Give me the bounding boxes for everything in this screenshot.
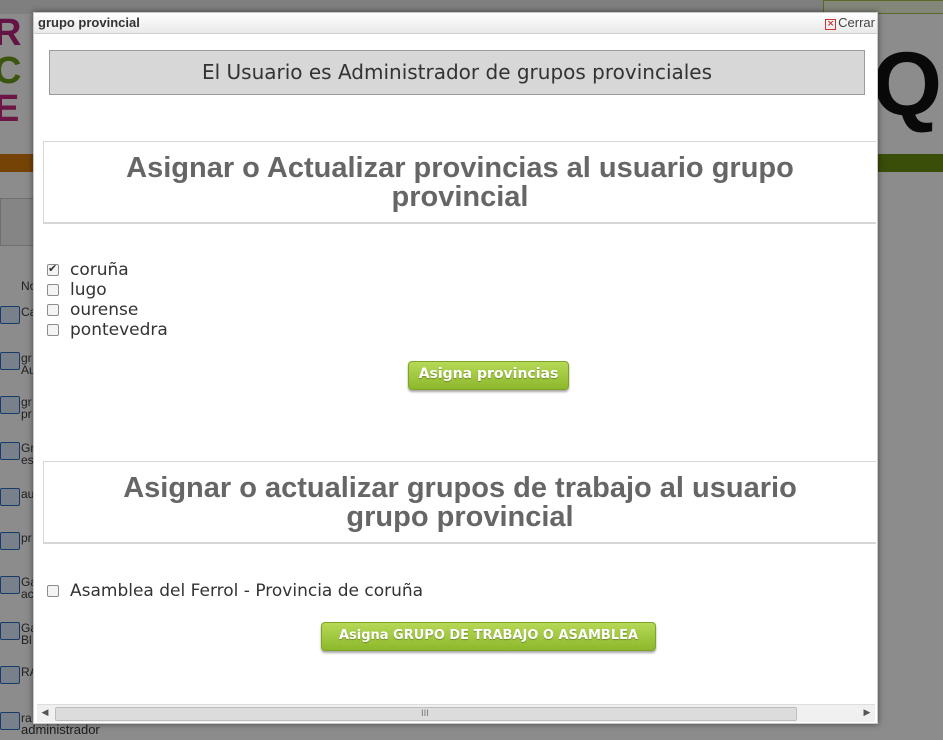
province-label: lugo: [70, 280, 107, 300]
province-checkbox[interactable]: [47, 304, 59, 316]
heading-line: grupo provincial: [346, 501, 574, 533]
section-heading-provinces: Asignar o Actualizar provincias al usuar…: [43, 141, 876, 224]
assign-provinces-button[interactable]: Asigna provincias: [408, 361, 569, 390]
province-label: coruña: [70, 260, 129, 280]
province-option[interactable]: ourense: [47, 300, 168, 320]
heading-line: provincial: [391, 181, 529, 213]
province-checklist: coruña lugo ourense pontevedra: [47, 260, 168, 340]
heading-line: Asignar o actualizar grupos de trabajo a…: [123, 472, 797, 504]
scrollbar-thumb[interactable]: III: [55, 707, 797, 721]
province-checkbox[interactable]: [47, 324, 59, 336]
group-option[interactable]: Asamblea del Ferrol - Provincia de coruñ…: [47, 581, 423, 601]
province-option[interactable]: coruña: [47, 260, 168, 280]
group-checklist: Asamblea del Ferrol - Provincia de coruñ…: [47, 581, 423, 601]
section-heading-groups: Asignar o actualizar grupos de trabajo a…: [43, 461, 876, 544]
dialog-title: grupo provincial: [38, 15, 140, 30]
province-checkbox[interactable]: [47, 284, 59, 296]
group-checkbox[interactable]: [47, 585, 59, 597]
scroll-left-arrow-icon[interactable]: ◀: [37, 705, 53, 722]
province-label: pontevedra: [70, 320, 168, 340]
group-label: Asamblea del Ferrol - Provincia de coruñ…: [70, 581, 424, 601]
dialog-content: El Usuario es Administrador de grupos pr…: [37, 34, 877, 704]
province-option[interactable]: pontevedra: [47, 320, 168, 340]
close-label: Cerrar: [838, 15, 875, 30]
province-checkbox[interactable]: [47, 262, 59, 276]
assign-group-button[interactable]: Asigna GRUPO DE TRABAJO O ASAMBLEA: [321, 622, 656, 651]
heading-line: Asignar o Actualizar provincias al usuar…: [126, 152, 794, 184]
dialog-window: grupo provincial × Cerrar El Usuario es A…: [33, 12, 878, 724]
dialog-titlebar[interactable]: grupo provincial × Cerrar: [34, 13, 877, 34]
scroll-right-arrow-icon[interactable]: ▶: [859, 705, 875, 722]
close-button[interactable]: × Cerrar: [825, 15, 875, 30]
scrollbar-grip: III: [421, 709, 429, 719]
horizontal-scrollbar[interactable]: ◀ III ▶: [37, 704, 875, 722]
province-option[interactable]: lugo: [47, 280, 168, 300]
admin-banner: El Usuario es Administrador de grupos pr…: [49, 50, 865, 95]
close-icon: ×: [825, 19, 837, 30]
province-label: ourense: [70, 300, 139, 320]
